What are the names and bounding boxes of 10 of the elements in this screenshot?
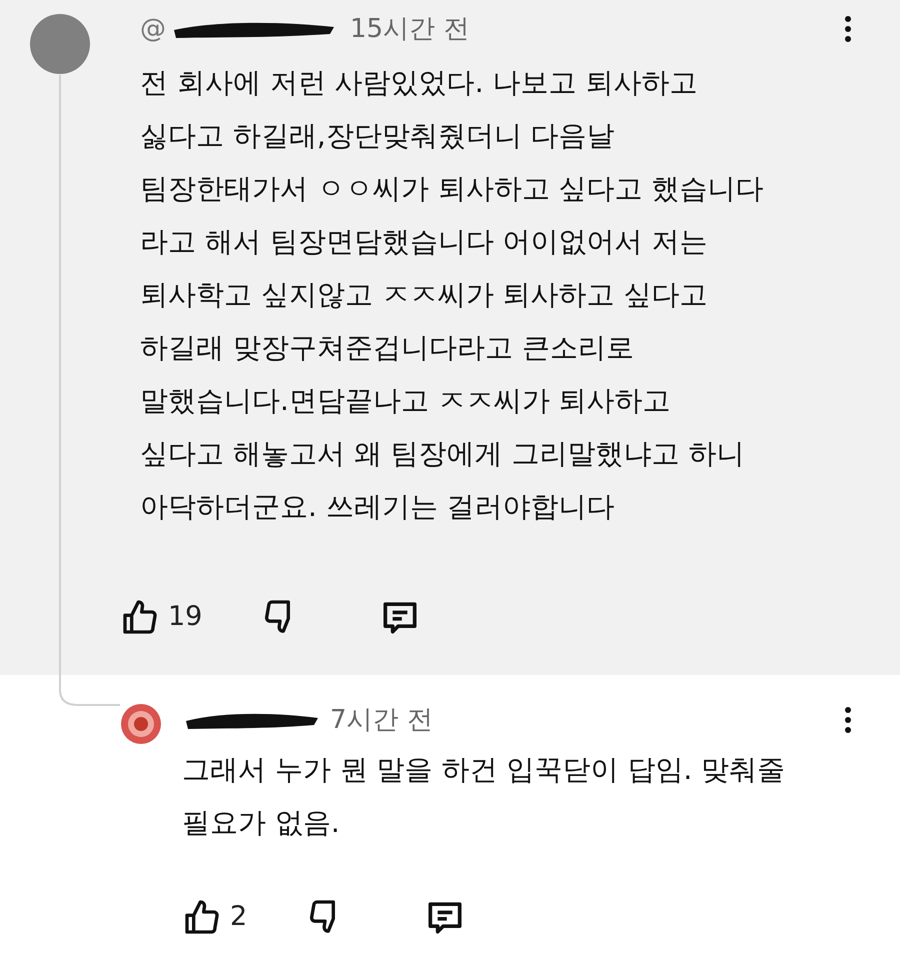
like-count: 2 bbox=[230, 900, 248, 934]
like-count: 19 bbox=[168, 600, 202, 634]
more-options-icon[interactable] bbox=[844, 15, 852, 43]
avatar bbox=[120, 703, 162, 745]
more-options-icon[interactable] bbox=[844, 706, 852, 734]
comment-text: 전 회사에 저런 사람있었다. 나보고 퇴사하고 싫다고 하길래,장단맞춰줬더니 다음날 팀장한태가서 ㅇㅇ씨가 퇴사하고 싶다고 했습니다 라고 해서 팀장면담했습니다 어이없어서 저는 퇴사학고 싶지않고 ㅈㅈ씨가 퇴사하고 싶다고 하길래 맞장구쳐준겁니다라고 큰소리로 말했습니다.면담끝나고 ㅈㅈ씨가 퇴사하고 싶다고 해놓고서 왜 팀장에게 그리말했냐고 하니 아닥하더군요. 쓰레기는 걸러야합니다 bbox=[140, 65, 765, 525]
comment-time: 15시간 전 bbox=[350, 12, 470, 46]
comment-text: 그래서 누가 뭔 말을 하건 입꾹닫이 답임. 맞춰줄 필요가 없음. bbox=[182, 752, 786, 841]
comment-time: 7시간 전 bbox=[330, 704, 433, 736]
username: @ bbox=[140, 12, 166, 46]
